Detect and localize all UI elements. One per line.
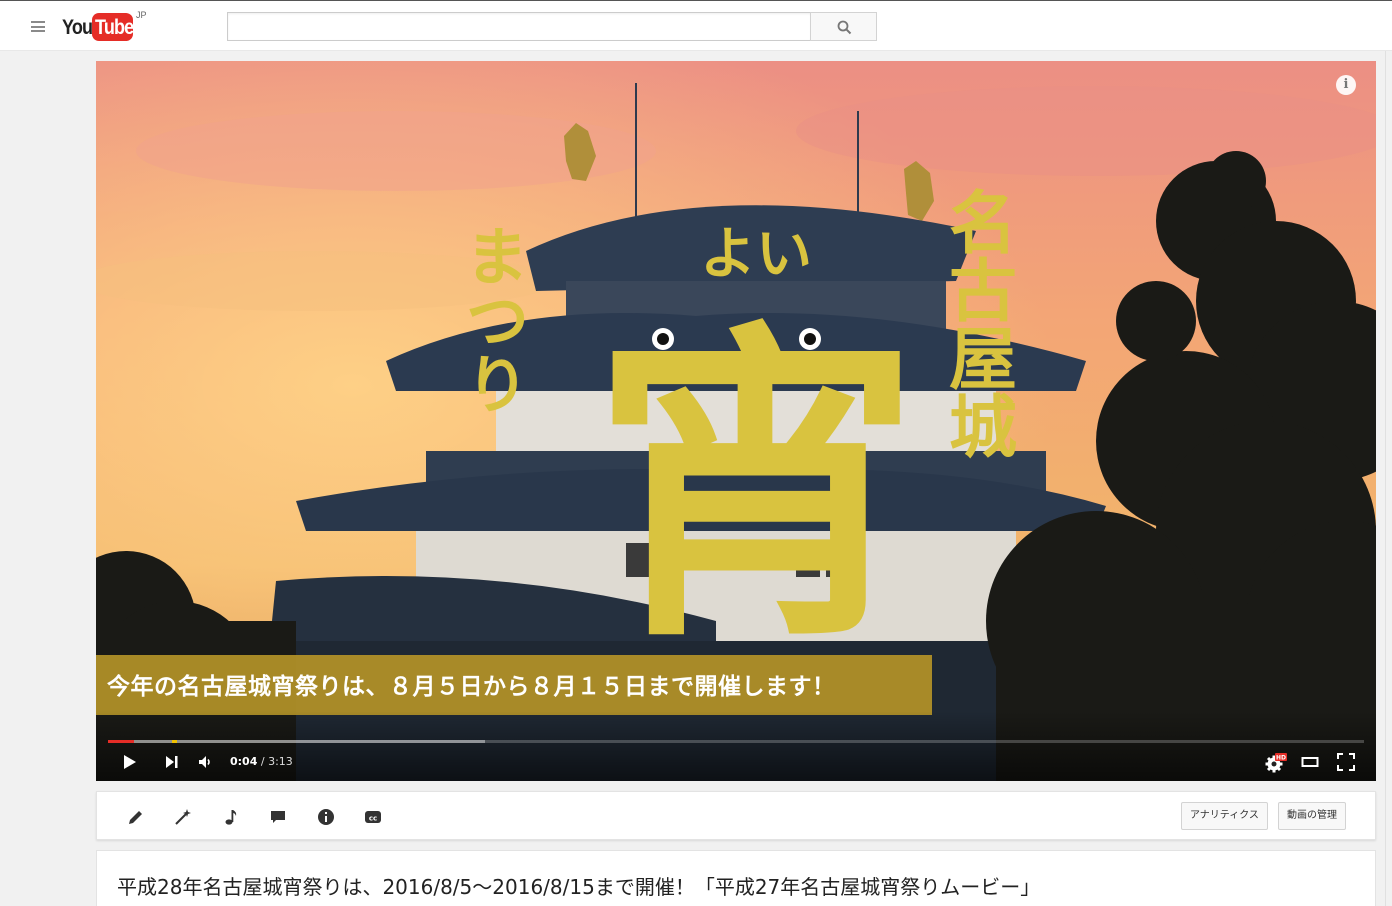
music-note-icon[interactable] (222, 808, 240, 826)
next-icon (166, 756, 174, 768)
play-icon (124, 755, 136, 769)
svg-text:cc: cc (369, 815, 377, 823)
theater-icon (1301, 757, 1319, 767)
country-code: JP (136, 10, 147, 20)
hd-badge-text: HD (1276, 755, 1286, 762)
current-time: 0:04 (230, 755, 258, 768)
logo-tube-text: Tube (95, 16, 134, 39)
duration: 3:13 (268, 755, 293, 768)
video-player[interactable]: まつり よい 宵 名古屋城 i 今年の名古屋城宵祭りは、８月５日から８月１５日ま… (96, 61, 1376, 781)
comment-icon[interactable] (269, 808, 287, 826)
cc-icon[interactable]: cc (364, 808, 382, 826)
search-box (227, 12, 811, 41)
title-kana-top: よい (700, 222, 812, 287)
volume-button[interactable] (197, 753, 215, 771)
search-input[interactable] (228, 13, 811, 40)
pencil-icon[interactable] (127, 808, 145, 826)
time-display: 0:04 / 3:13 (230, 755, 293, 768)
controls-gradient (96, 711, 1376, 781)
progress-played (108, 740, 135, 743)
caption-banner-text: 今年の名古屋城宵祭りは、８月５日から８月１５日まで開催します！ (107, 674, 836, 700)
time-separator: / (257, 755, 269, 768)
creator-bar: cc アナリティクス 動画の管理 (96, 791, 1376, 840)
guide-menu-icon[interactable] (31, 21, 45, 32)
info-icon[interactable] (317, 808, 335, 826)
page-divider (1385, 51, 1386, 906)
search-button[interactable] (810, 12, 877, 41)
progress-marker (172, 740, 177, 743)
theater-mode-button[interactable] (1301, 753, 1319, 771)
logo-you-text: You (62, 16, 93, 39)
masthead: You Tube JP (0, 0, 1392, 51)
title-kanji-right: 名古屋城 (937, 187, 1017, 459)
volume-icon (199, 756, 206, 768)
card-info-icon[interactable]: i (1336, 75, 1356, 95)
title-kanji-center: 宵 (591, 297, 921, 681)
fullscreen-icon (1337, 753, 1355, 771)
progress-loaded (108, 740, 485, 743)
progress-bar[interactable] (108, 740, 1364, 743)
analytics-button[interactable]: アナリティクス (1181, 802, 1268, 830)
magic-wand-icon[interactable] (174, 808, 192, 826)
play-button[interactable] (122, 753, 138, 771)
caption-banner: 今年の名古屋城宵祭りは、８月５日から８月１５日まで開催します！ (96, 655, 932, 715)
settings-button[interactable]: HD (1265, 753, 1287, 773)
video-title: 平成28年名古屋城宵祭りは、2016/8/5〜2016/8/15まで開催！「平成… (117, 875, 1041, 899)
next-button[interactable] (164, 753, 180, 771)
title-kana-left: まつり (454, 223, 528, 415)
fullscreen-button[interactable] (1337, 753, 1355, 771)
video-info-card: 平成28年名古屋城宵祭りは、2016/8/5〜2016/8/15まで開催！「平成… (96, 850, 1376, 906)
video-manager-button[interactable]: 動画の管理 (1278, 802, 1346, 830)
search-icon (837, 20, 852, 35)
logo-tube-badge: Tube (92, 13, 134, 41)
